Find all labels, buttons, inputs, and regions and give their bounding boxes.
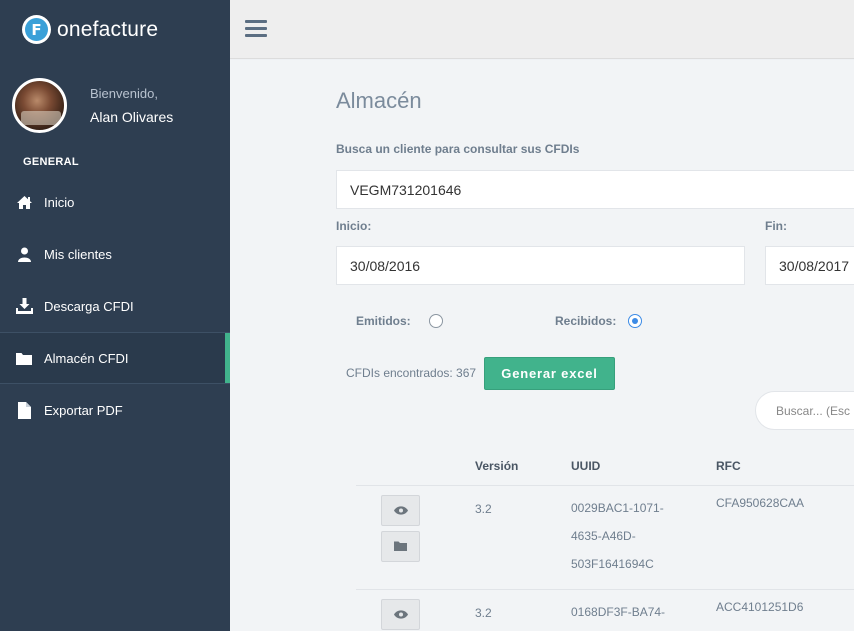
client-input[interactable]: VEGM731201646 [336,170,854,209]
start-date-label: Inicio: [336,219,372,233]
recibidos-radio[interactable] [628,314,642,328]
welcome-text: Bienvenido, [90,86,158,101]
table-search-input[interactable]: Buscar... (Esc [755,391,854,430]
sidebar-item-label: Descarga CFDI [44,298,134,314]
version-cell: 3.2 [475,606,492,620]
avatar [12,78,67,133]
column-header-rfc[interactable]: RFC [716,459,741,473]
sidebar-item-descarga-cfdi[interactable]: Descarga CFDI [0,280,230,332]
version-cell: 3.2 [475,502,492,516]
generate-excel-button[interactable]: Generar excel [484,357,615,390]
download-icon [15,297,33,315]
brand-logo-icon: F [22,15,51,44]
results-count: CFDIs encontrados: 367 [346,366,477,380]
sidebar-nav: Inicio Mis clientes Descarga CFDI Almacé… [0,176,230,436]
sidebar-item-mis-clientes[interactable]: Mis clientes [0,228,230,280]
eye-icon [393,502,408,520]
column-header-version[interactable]: Versión [475,459,518,473]
home-icon [15,193,33,211]
user-icon [15,245,33,263]
menu-toggle-icon[interactable] [245,20,267,38]
brand-name: onefacture [57,17,159,41]
user-name: Alan Olivares [90,109,174,125]
sidebar-item-exportar-pdf[interactable]: Exportar PDF [0,384,230,436]
sidebar-item-inicio[interactable]: Inicio [0,176,230,228]
sidebar: F onefacture Bienvenido, Alan Olivares G… [0,0,230,631]
eye-icon [393,606,408,624]
recibidos-label: Recibidos: [555,314,617,328]
view-button[interactable] [381,495,420,526]
folder-icon [15,349,33,367]
sidebar-item-almacen-cfdi[interactable]: Almacén CFDI [0,332,230,384]
sidebar-item-label: Mis clientes [44,246,112,262]
column-header-uuid[interactable]: UUID [571,459,600,473]
sidebar-item-label: Exportar PDF [44,402,123,418]
uuid-cell: 0029BAC1-1071- 4635-A46D- 503F1641694C [571,501,664,571]
brand[interactable]: F onefacture [22,15,158,44]
sidebar-section-label: GENERAL [23,156,79,168]
emitidos-radio[interactable] [429,314,443,328]
main-content: Almacén Busca un cliente para consultar … [230,60,854,631]
open-folder-button[interactable] [381,531,420,562]
table-row: 3.2 0168DF3F-BA74- ACC4101251D6 [356,590,854,631]
end-date-label: Fin: [765,219,787,233]
uuid-cell: 0168DF3F-BA74- [571,605,666,619]
table-row: 3.2 0029BAC1-1071- 4635-A46D- 503F164169… [356,486,854,589]
top-bar [230,0,854,59]
rfc-cell: ACC4101251D6 [716,600,804,614]
view-button[interactable] [381,599,420,630]
page-title: Almacén [336,88,422,113]
rfc-cell: CFA950628CAA [716,496,805,510]
start-date-input[interactable]: 30/08/2016 [336,246,745,285]
file-icon [15,401,33,419]
client-search-label: Busca un cliente para consultar sus CFDI… [336,142,580,156]
sidebar-item-label: Almacén CFDI [44,350,129,366]
emitidos-label: Emitidos: [356,314,411,328]
end-date-input[interactable]: 30/08/2017 [765,246,854,285]
folder-icon [394,538,407,556]
user-profile: Bienvenido, Alan Olivares [12,78,173,133]
sidebar-item-label: Inicio [44,194,75,210]
